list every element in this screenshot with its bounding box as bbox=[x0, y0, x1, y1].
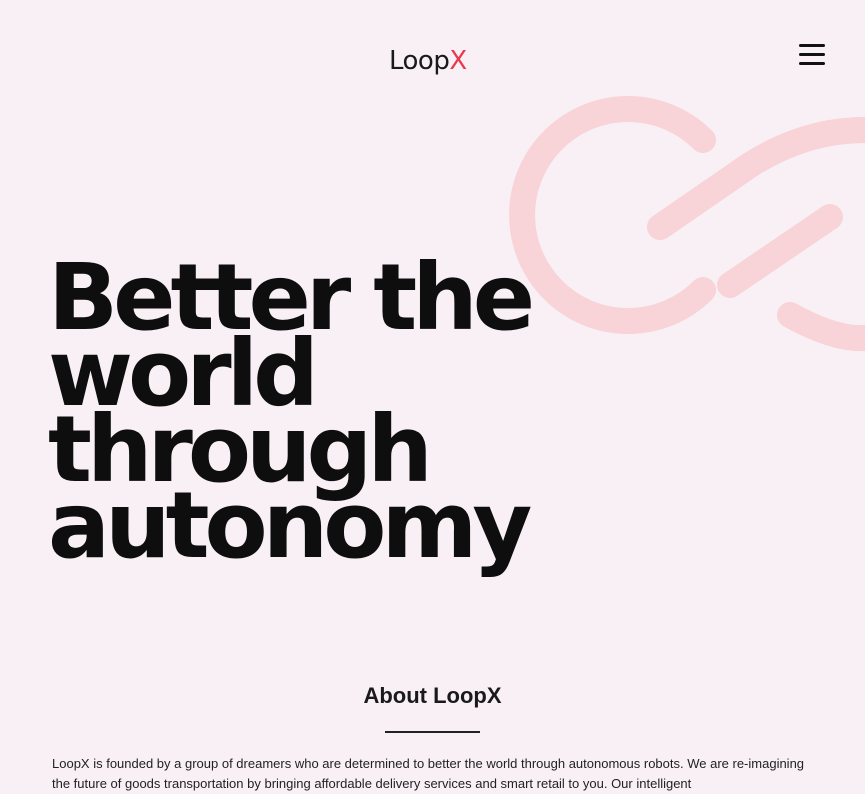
hero-title: Better the world through autonomy bbox=[48, 252, 535, 579]
about-paragraph: LoopX is founded by a group of dreamers … bbox=[52, 756, 805, 791]
site-header: LoopX bbox=[0, 0, 865, 110]
logo-wordmark: LoopX bbox=[389, 46, 467, 76]
hamburger-menu-icon[interactable] bbox=[797, 43, 827, 71]
loopx-link-mark-graphic bbox=[505, 95, 865, 365]
link-mark-stroke-lower bbox=[777, 302, 865, 352]
hero-title-line: autonomy bbox=[48, 472, 532, 579]
about-divider bbox=[385, 731, 480, 733]
link-mark-svg bbox=[509, 96, 865, 352]
about-heading: About LoopX bbox=[363, 683, 502, 708]
loopx-logo[interactable]: LoopX bbox=[389, 40, 467, 80]
link-mark-stroke-middle bbox=[717, 204, 843, 298]
